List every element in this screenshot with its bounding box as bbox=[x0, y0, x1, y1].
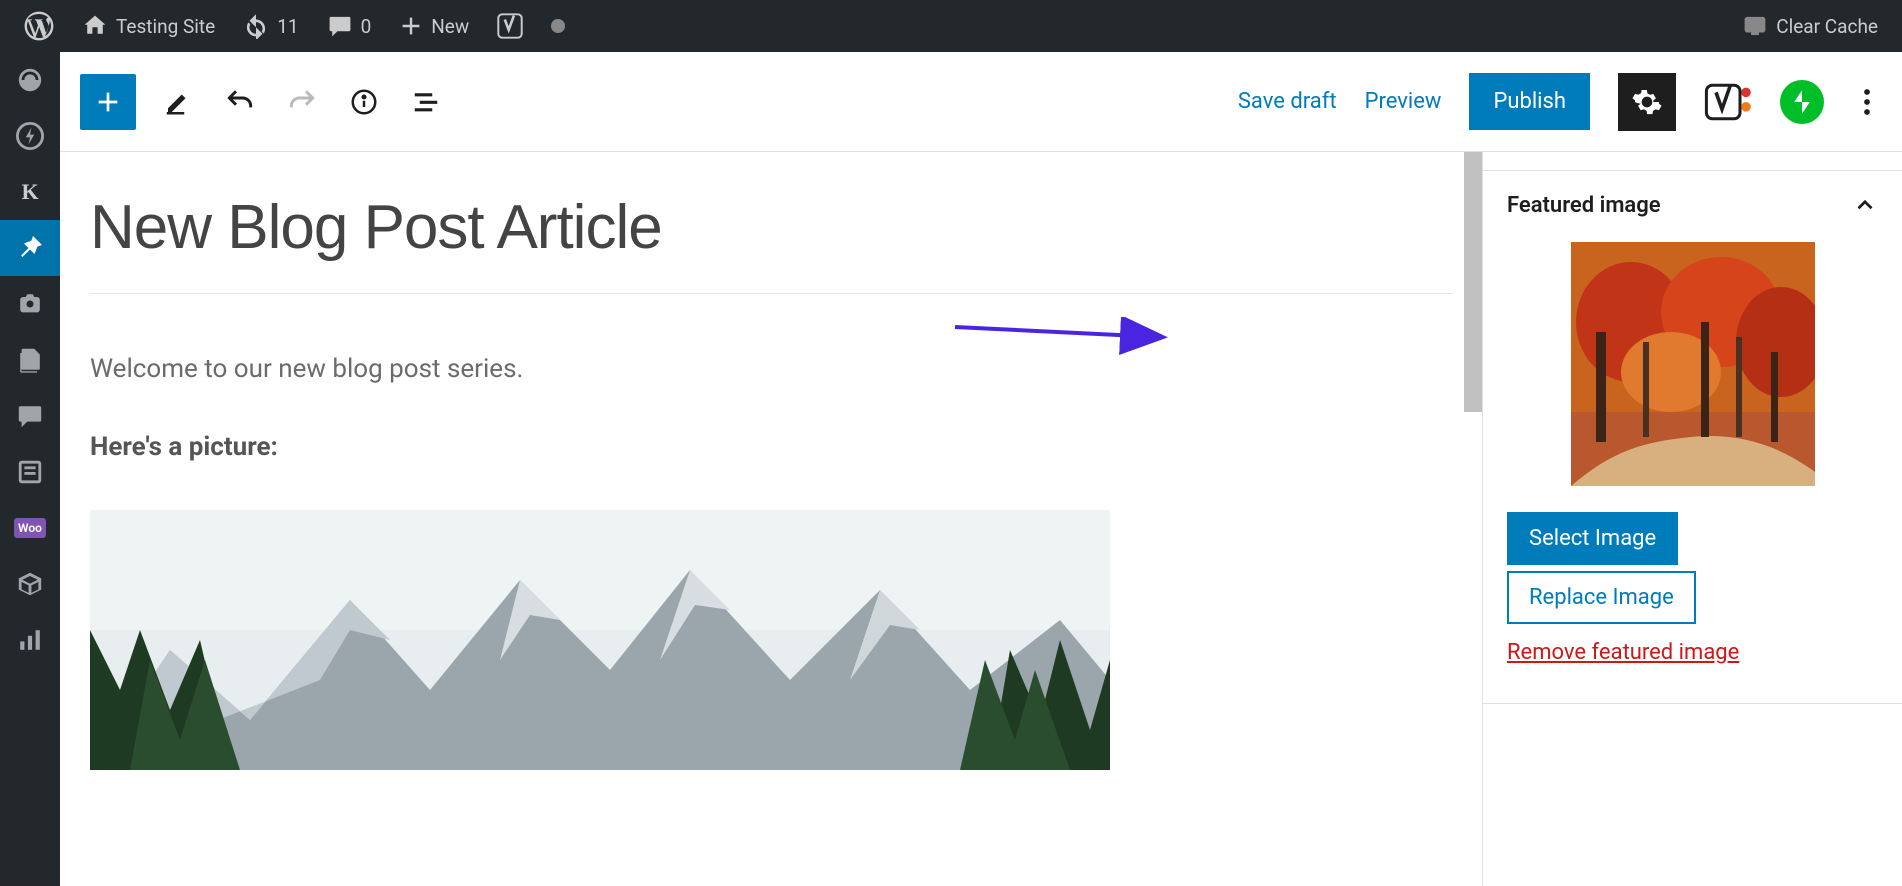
status-indicator[interactable] bbox=[537, 0, 579, 52]
chevron-up-icon bbox=[1852, 192, 1878, 218]
settings-sidebar: Featured image bbox=[1482, 152, 1902, 886]
comments-count: 0 bbox=[361, 15, 372, 38]
camera-icon bbox=[16, 290, 44, 318]
new-label: New bbox=[431, 15, 469, 38]
pencil-icon bbox=[163, 87, 193, 117]
menu-feedback[interactable] bbox=[0, 444, 60, 500]
plus-icon bbox=[399, 14, 423, 38]
editor-toolbar: Save draft Preview Publish bbox=[60, 52, 1902, 152]
site-name-label: Testing Site bbox=[116, 15, 215, 38]
comments-icon bbox=[16, 402, 44, 430]
jetpack-button[interactable] bbox=[1780, 80, 1824, 124]
outline-button[interactable] bbox=[406, 82, 446, 122]
k-letter-icon: K bbox=[21, 179, 38, 205]
menu-analytics[interactable] bbox=[0, 612, 60, 668]
featured-image-panel: Featured image bbox=[1483, 180, 1902, 677]
menu-comments[interactable] bbox=[0, 388, 60, 444]
updates-count: 11 bbox=[277, 15, 298, 38]
menu-woocommerce[interactable]: Woo bbox=[0, 500, 60, 556]
wp-logo[interactable] bbox=[10, 0, 68, 52]
edit-mode-button[interactable] bbox=[158, 82, 198, 122]
form-icon bbox=[16, 458, 44, 486]
more-vertical-icon bbox=[1863, 87, 1871, 117]
jetpack-bolt-icon bbox=[1789, 89, 1815, 115]
clear-cache-label: Clear Cache bbox=[1776, 15, 1878, 38]
select-image-button[interactable]: Select Image bbox=[1507, 512, 1678, 565]
undo-icon bbox=[224, 86, 256, 118]
mountain-image bbox=[90, 510, 1110, 770]
featured-image-thumbnail[interactable] bbox=[1571, 242, 1815, 486]
redo-icon bbox=[286, 86, 318, 118]
remove-featured-image-button[interactable]: Remove featured image bbox=[1507, 640, 1739, 665]
featured-image-panel-toggle[interactable]: Featured image bbox=[1507, 192, 1878, 218]
comment-icon bbox=[327, 13, 353, 39]
package-icon bbox=[16, 570, 44, 598]
panel-title: Featured image bbox=[1507, 193, 1661, 218]
yoast-icon bbox=[497, 13, 523, 39]
pages-icon bbox=[16, 346, 44, 374]
menu-amp[interactable] bbox=[0, 108, 60, 164]
save-draft-button[interactable]: Save draft bbox=[1238, 89, 1337, 114]
new-content[interactable]: New bbox=[385, 0, 483, 52]
dashboard-icon bbox=[16, 66, 44, 94]
preview-button[interactable]: Preview bbox=[1365, 89, 1442, 114]
more-options-button[interactable] bbox=[1852, 87, 1882, 117]
list-outline-icon bbox=[411, 87, 441, 117]
menu-posts[interactable] bbox=[0, 220, 60, 276]
menu-kinsta[interactable]: K bbox=[0, 164, 60, 220]
refresh-icon bbox=[243, 13, 269, 39]
home-icon bbox=[82, 13, 108, 39]
post-paragraph[interactable]: Welcome to our new blog post series. bbox=[90, 354, 1452, 384]
comments[interactable]: 0 bbox=[313, 0, 386, 52]
wordpress-icon bbox=[24, 11, 54, 41]
redo-button[interactable] bbox=[282, 82, 322, 122]
admin-menu-collapsed: K Woo bbox=[0, 52, 60, 886]
post-paragraph-bold[interactable]: Here's a picture: bbox=[90, 432, 1452, 462]
info-icon bbox=[349, 87, 379, 117]
menu-products[interactable] bbox=[0, 556, 60, 612]
annotation-arrow bbox=[950, 317, 1180, 357]
gear-icon bbox=[1631, 86, 1663, 118]
post-image-block[interactable] bbox=[90, 510, 1110, 770]
publish-button[interactable]: Publish bbox=[1469, 73, 1590, 130]
plus-icon bbox=[92, 86, 124, 118]
cache-icon bbox=[1742, 13, 1768, 39]
bar-chart-icon bbox=[16, 626, 44, 654]
menu-media[interactable] bbox=[0, 276, 60, 332]
clear-cache[interactable]: Clear Cache bbox=[1728, 0, 1892, 52]
pushpin-icon bbox=[15, 233, 45, 263]
admin-bar: Testing Site 11 0 New Clear Cache bbox=[0, 0, 1902, 52]
menu-dashboard[interactable] bbox=[0, 52, 60, 108]
settings-button[interactable] bbox=[1618, 73, 1676, 131]
undo-button[interactable] bbox=[220, 82, 260, 122]
menu-pages[interactable] bbox=[0, 332, 60, 388]
add-block-button[interactable] bbox=[80, 74, 136, 130]
yoast-seo-icon bbox=[1704, 78, 1752, 126]
post-title[interactable]: New Blog Post Article bbox=[90, 192, 1452, 294]
bolt-circle-icon bbox=[16, 122, 44, 150]
yoast-button[interactable] bbox=[1704, 78, 1752, 126]
editor: Save draft Preview Publish bbox=[60, 52, 1902, 886]
editor-canvas[interactable]: New Blog Post Article Welcome to our new… bbox=[60, 152, 1482, 886]
scrollbar-thumb[interactable] bbox=[1464, 152, 1482, 412]
info-button[interactable] bbox=[344, 82, 384, 122]
yoast-menu[interactable] bbox=[483, 0, 537, 52]
site-home[interactable]: Testing Site bbox=[68, 0, 229, 52]
woo-icon: Woo bbox=[14, 518, 46, 538]
replace-image-button[interactable]: Replace Image bbox=[1507, 571, 1696, 624]
status-dot-icon bbox=[551, 19, 565, 33]
updates[interactable]: 11 bbox=[229, 0, 312, 52]
